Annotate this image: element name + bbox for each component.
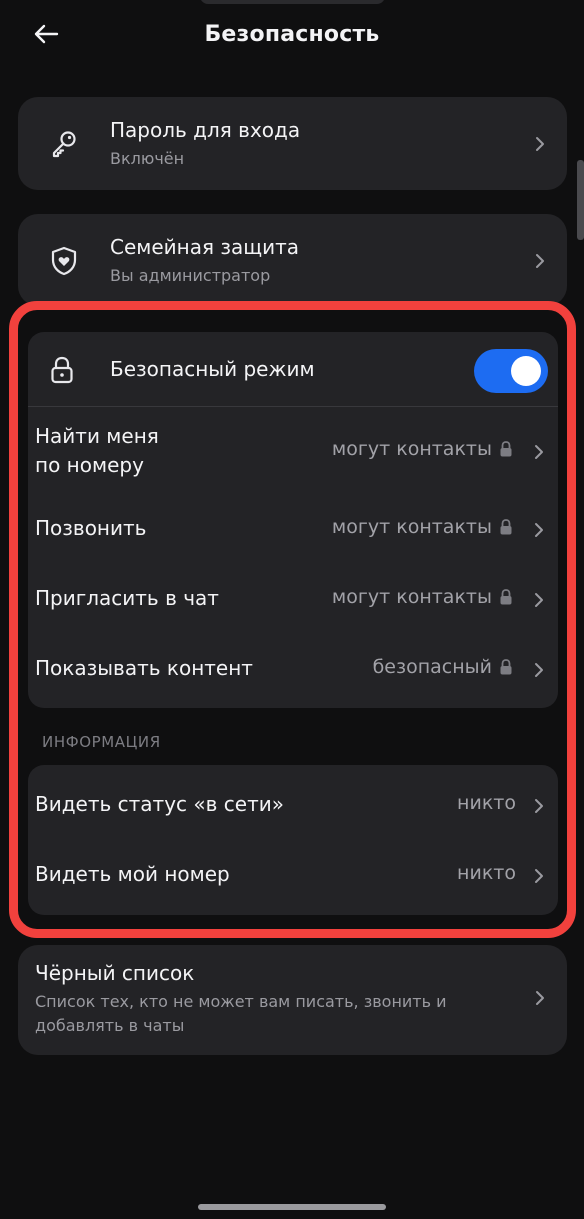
blacklist-card[interactable]: Чёрный список Список тех, кто не может в… bbox=[18, 945, 567, 1055]
online-status-value: никто bbox=[457, 792, 516, 814]
show-content-row[interactable]: Показывать контент безопасный bbox=[28, 634, 558, 704]
family-protection-card[interactable]: Семейная защита Вы администратор bbox=[18, 214, 567, 306]
safe-mode-title: Безопасный режим bbox=[110, 357, 315, 381]
value-text: могут контакты bbox=[331, 586, 492, 608]
call-value: могут контакты bbox=[332, 516, 514, 538]
chevron-right-icon bbox=[533, 135, 547, 153]
lock-small-icon bbox=[498, 440, 514, 458]
chevron-right-icon bbox=[532, 661, 546, 679]
scrollbar[interactable] bbox=[577, 160, 584, 240]
safe-mode-toggle[interactable] bbox=[474, 349, 548, 393]
family-protection-title: Семейная защита bbox=[110, 235, 300, 259]
lock-small-icon bbox=[498, 658, 514, 676]
security-screen: Безопасность Пароль для входа Включён Се… bbox=[0, 0, 584, 1219]
chevron-right-icon bbox=[532, 521, 546, 539]
find-by-number-label: Найти меня по номеру bbox=[35, 424, 159, 477]
my-number-label: Видеть мой номер bbox=[35, 862, 230, 886]
safe-mode-row[interactable]: Безопасный режим bbox=[28, 332, 558, 407]
safe-mode-card: Безопасный режим Найти меня по номеру мо… bbox=[28, 332, 558, 708]
lock-small-icon bbox=[498, 518, 514, 536]
find-by-number-row[interactable]: Найти меня по номеру могут контакты bbox=[28, 412, 558, 490]
information-section-label: ИНФОРМАЦИЯ bbox=[42, 733, 161, 751]
login-password-status: Включён bbox=[110, 149, 185, 168]
header: Безопасность bbox=[0, 0, 584, 76]
chevron-right-icon bbox=[532, 443, 546, 461]
divider bbox=[28, 406, 558, 407]
lock-small-icon bbox=[498, 588, 514, 606]
shield-heart-icon bbox=[48, 245, 80, 277]
key-icon bbox=[48, 127, 80, 159]
show-content-label: Показывать контент bbox=[35, 656, 253, 680]
call-label: Позвонить bbox=[35, 516, 147, 540]
blacklist-title: Чёрный список bbox=[35, 961, 195, 985]
home-indicator[interactable] bbox=[198, 1204, 386, 1210]
online-status-label: Видеть статус «в сети» bbox=[35, 792, 284, 816]
chevron-right-icon bbox=[532, 797, 546, 815]
chevron-right-icon bbox=[532, 591, 546, 609]
lock-icon bbox=[46, 354, 78, 386]
chevron-right-icon bbox=[532, 867, 546, 885]
information-card: Видеть статус «в сети» никто Видеть мой … bbox=[28, 765, 558, 915]
page-title: Безопасность bbox=[204, 22, 380, 47]
value-text: могут контакты bbox=[331, 516, 492, 538]
find-by-number-value: могут контакты bbox=[332, 438, 514, 460]
my-number-value: никто bbox=[457, 862, 516, 884]
invite-to-chat-value: могут контакты bbox=[332, 586, 514, 608]
invite-to-chat-row[interactable]: Пригласить в чат могут контакты bbox=[28, 564, 558, 634]
family-protection-role: Вы администратор bbox=[110, 266, 271, 285]
show-content-value: безопасный bbox=[373, 656, 514, 678]
value-text: могут контакты bbox=[331, 438, 492, 460]
login-password-title: Пароль для входа bbox=[110, 118, 301, 142]
blacklist-description: Список тех, кто не может вам писать, зво… bbox=[35, 992, 447, 1035]
online-status-row[interactable]: Видеть статус «в сети» никто bbox=[28, 770, 558, 840]
chevron-right-icon bbox=[533, 989, 547, 1007]
toggle-knob bbox=[511, 356, 541, 386]
login-password-card[interactable]: Пароль для входа Включён bbox=[18, 97, 567, 190]
chevron-right-icon bbox=[533, 252, 547, 270]
call-row[interactable]: Позвонить могут контакты bbox=[28, 494, 558, 564]
invite-to-chat-label: Пригласить в чат bbox=[35, 586, 219, 610]
value-text: безопасный bbox=[372, 656, 492, 678]
my-number-row[interactable]: Видеть мой номер никто bbox=[28, 840, 558, 910]
